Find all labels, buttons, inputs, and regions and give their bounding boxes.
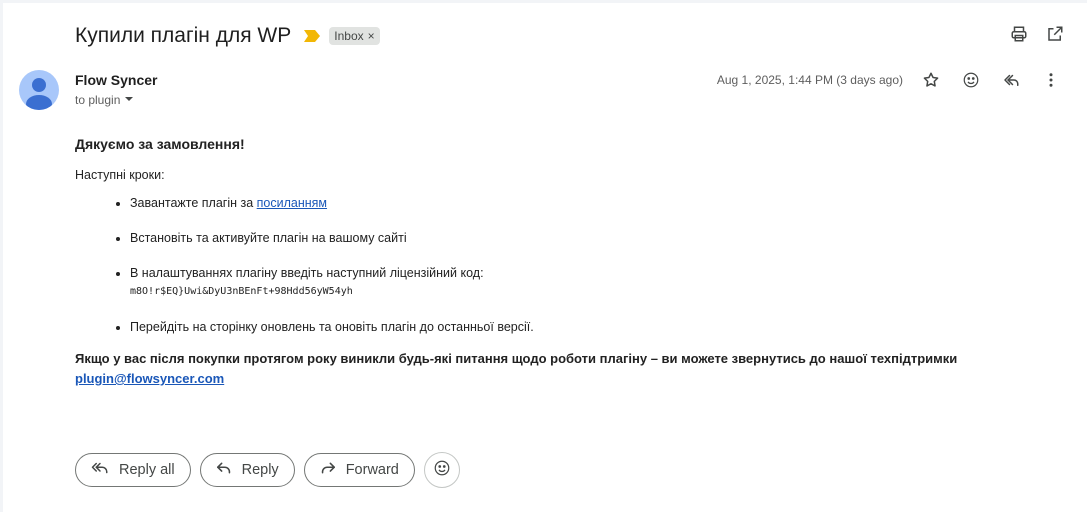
support-paragraph: Якщо у вас після покупки протягом року в… [75, 349, 1035, 389]
emoji-icon [433, 459, 451, 482]
email-date: Aug 1, 2025, 1:44 PM (3 days ago) [716, 73, 903, 87]
forward-icon [320, 461, 336, 479]
step-text: В налаштуваннях плагіну введіть наступни… [130, 266, 484, 280]
reply-all-icon [91, 461, 109, 479]
subject-row: Купили плагін для WP Inbox × [75, 22, 380, 50]
email-subject: Купили плагін для WP [75, 24, 292, 47]
avatar[interactable] [19, 70, 59, 110]
label-text: Inbox [334, 29, 364, 43]
reply-bar: Reply all Reply Forward [75, 452, 460, 488]
open-in-new-window-icon[interactable] [1045, 24, 1065, 44]
recipient-line[interactable]: to plugin [75, 93, 134, 107]
remove-label-button[interactable]: × [368, 29, 375, 43]
sender-name[interactable]: Flow Syncer [75, 72, 157, 88]
top-actions [1009, 24, 1065, 44]
window-edge-top [0, 0, 1087, 3]
emoji-reaction-button[interactable] [423, 452, 460, 488]
chevron-down-icon[interactable] [124, 93, 134, 107]
window-edge-left [0, 0, 3, 512]
email-body: Дякуємо за замовлення! Наступні кроки: З… [75, 136, 1035, 389]
forward-button[interactable]: Forward [303, 453, 415, 487]
forward-label: Forward [345, 462, 399, 478]
reply-icon [216, 461, 232, 479]
emoji-icon[interactable] [961, 70, 981, 90]
message-actions [921, 70, 1061, 90]
support-email-link[interactable]: plugin@flowsyncer.com [75, 371, 224, 386]
download-link[interactable]: посиланням [257, 196, 327, 210]
reply-label: Reply [241, 462, 279, 478]
list-item: Встановіть та активуйте плагін на вашому… [130, 230, 1035, 246]
reply-all-label: Reply all [119, 462, 175, 478]
inbox-label-chip[interactable]: Inbox × [329, 27, 380, 45]
star-icon[interactable] [921, 70, 941, 90]
license-code: m8O!r$EQ}Uwi&DyU3nBEnFt+98Hdd56yW54yh [130, 286, 353, 297]
reply-icon[interactable] [1001, 70, 1021, 90]
recipient-text: to plugin [75, 93, 121, 107]
importance-marker-icon[interactable] [304, 29, 321, 43]
more-vert-icon[interactable] [1041, 70, 1061, 90]
reply-button[interactable]: Reply [199, 453, 295, 487]
greeting-heading: Дякуємо за замовлення! [75, 136, 245, 152]
next-steps-label: Наступні кроки: [75, 168, 165, 182]
list-item: Завантажте плагін за посиланням [130, 195, 1035, 211]
support-text: Якщо у вас після покупки протягом року в… [75, 351, 958, 366]
list-item: В налаштуваннях плагіну введіть наступни… [130, 265, 1035, 300]
reply-all-button[interactable]: Reply all [75, 453, 191, 487]
step-text: Завантажте плагін за [130, 196, 257, 210]
steps-list: Завантажте плагін за посиланням Встанові… [75, 195, 1035, 335]
print-icon[interactable] [1009, 24, 1029, 44]
list-item: Перейдіть на сторінку оновлень та оновіт… [130, 319, 1035, 335]
